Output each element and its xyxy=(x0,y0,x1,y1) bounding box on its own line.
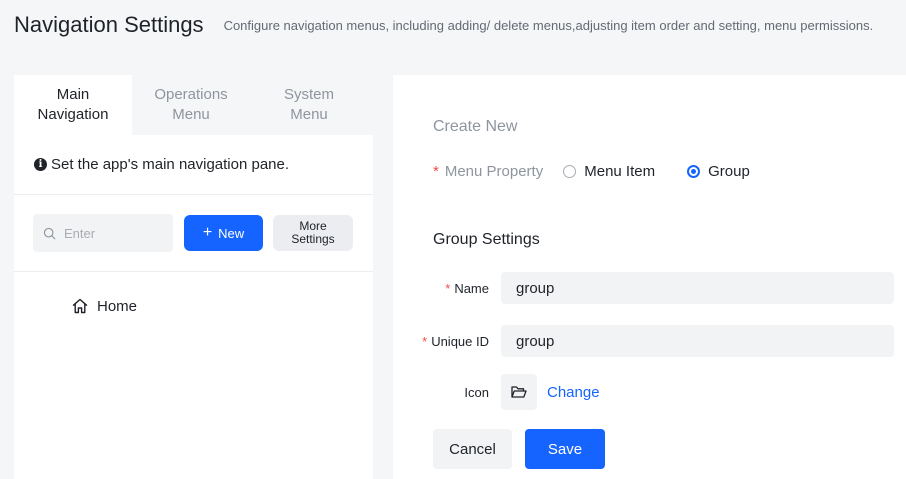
radio-menu-item[interactable]: Menu Item xyxy=(563,163,655,180)
create-new-heading: Create New xyxy=(433,118,518,135)
tab-operations-menu[interactable]: Operations Menu xyxy=(132,75,250,135)
tab-main-navigation[interactable]: Main Navigation xyxy=(14,75,132,135)
tab-system-menu[interactable]: System Menu xyxy=(250,75,368,135)
tab-label: Operations Menu xyxy=(154,86,228,123)
radio-circle xyxy=(687,165,701,178)
save-button[interactable]: Save xyxy=(525,429,605,469)
nav-tree: Home xyxy=(14,272,373,318)
menu-property-label: Menu Property xyxy=(444,163,544,180)
plus-icon: + xyxy=(202,224,213,241)
name-row: * Name xyxy=(393,272,894,304)
icon-preview[interactable] xyxy=(501,374,537,410)
new-button-label: New xyxy=(218,225,245,241)
navigation-panel: Main Navigation Operations Menu System M… xyxy=(14,75,373,479)
required-mark: * xyxy=(445,280,451,296)
tree-item-home[interactable]: Home xyxy=(14,294,373,318)
radio-label: Menu Item xyxy=(584,163,656,180)
edit-panel: Create New * Menu Property Menu Item Gro… xyxy=(393,75,906,479)
tab-label: System Menu xyxy=(283,86,334,123)
radio-label: Group xyxy=(708,163,750,180)
search-box[interactable] xyxy=(33,214,173,252)
search-icon xyxy=(43,227,56,239)
tab-label: Main Navigation xyxy=(37,86,109,123)
home-icon xyxy=(72,298,88,314)
hint-bar: i Set the app's main navigation pane. xyxy=(14,135,373,195)
search-input[interactable] xyxy=(64,225,164,241)
info-icon: i xyxy=(34,158,47,171)
tree-toolbar: + New More Settings xyxy=(14,195,373,272)
unique-id-field[interactable] xyxy=(501,325,894,357)
group-settings-heading: Group Settings xyxy=(433,231,540,248)
tree-item-label: Home xyxy=(97,297,138,315)
name-label-text: Name xyxy=(454,280,489,296)
unique-id-row: * Unique ID xyxy=(393,325,894,357)
menu-tabs: Main Navigation Operations Menu System M… xyxy=(14,75,373,135)
more-settings-label: More Settings xyxy=(291,219,335,246)
required-mark: * xyxy=(433,163,439,180)
change-icon-link[interactable]: Change xyxy=(547,384,600,401)
icon-label: Icon xyxy=(464,384,489,400)
radio-group[interactable]: Group xyxy=(687,163,750,180)
cancel-button[interactable]: Cancel xyxy=(433,429,512,469)
page-title: Navigation Settings xyxy=(14,12,204,37)
page-subtitle: Configure navigation menus, including ad… xyxy=(223,18,874,33)
name-field[interactable] xyxy=(501,272,894,304)
more-settings-button[interactable]: More Settings xyxy=(273,215,353,251)
new-button[interactable]: + New xyxy=(184,215,263,251)
page-header: Navigation Settings Configure navigation… xyxy=(14,12,873,38)
hint-text: Set the app's main navigation pane. xyxy=(51,156,290,173)
menu-property-row: * Menu Property Menu Item Group xyxy=(433,163,782,180)
radio-circle xyxy=(563,165,577,178)
unique-id-label-text: Unique ID xyxy=(431,333,489,349)
required-mark: * xyxy=(422,333,428,349)
unique-id-label: * Unique ID xyxy=(393,334,501,349)
icon-row: Icon Change xyxy=(393,374,600,410)
name-label: * Name xyxy=(393,281,501,296)
folder-open-icon xyxy=(511,386,527,398)
